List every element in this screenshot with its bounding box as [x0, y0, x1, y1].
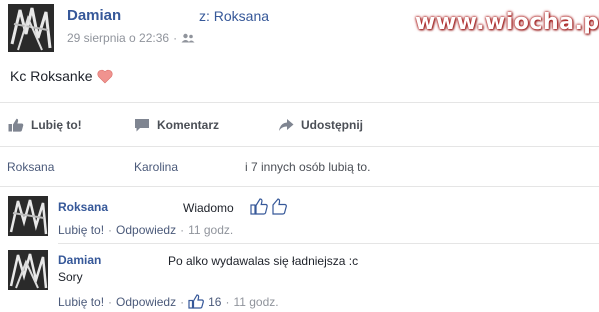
heart-icon [97, 69, 113, 83]
thumbs-up-icon [8, 118, 24, 132]
meta-separator: · [180, 223, 185, 237]
share-arrow-icon [279, 119, 294, 131]
comment-time[interactable]: 11 godz. [188, 223, 233, 237]
divider [58, 243, 599, 244]
post-text-content: Kc Roksanke [10, 68, 93, 84]
meta-separator: · [108, 223, 113, 237]
like-count: 16 [208, 294, 222, 309]
post-timestamp[interactable]: 29 sierpnia o 22:36 [67, 31, 169, 45]
thumbs-up-icon [250, 198, 268, 215]
comment-author[interactable]: Roksana [58, 200, 108, 214]
comment-like-count[interactable]: 16 [188, 294, 221, 309]
divider [0, 186, 599, 187]
watermark: www.wiocha.pl [415, 10, 599, 35]
share-button[interactable]: Udostępnij [278, 118, 363, 132]
meta-separator: · [225, 294, 230, 309]
post-text: Kc Roksanke [10, 68, 113, 84]
thumbs-up-icon [272, 198, 287, 215]
meta-separator: · [173, 31, 178, 45]
comment-text-line: Sory [58, 270, 83, 284]
comment-like-link[interactable]: Lubię to! [58, 223, 104, 237]
divider [0, 102, 599, 103]
friends-icon[interactable] [181, 33, 195, 43]
share-button-label: Udostępnij [301, 118, 363, 132]
comment-reply-link[interactable]: Odpowiedz [116, 295, 176, 309]
likers-others[interactable]: i 7 innych osób lubią to. [245, 160, 370, 174]
divider [0, 146, 599, 147]
post-author[interactable]: Damian [67, 7, 121, 24]
comment-author[interactable]: Damian [58, 253, 101, 267]
like-button[interactable]: Lubię to! [8, 118, 82, 132]
comment-time[interactable]: 11 godz. [233, 295, 278, 309]
comment-meta: Lubię to! · Odpowiedz · 11 godz. [58, 223, 233, 237]
post-actions: Lubię to! Komentarz Udostępnij [0, 110, 599, 142]
comment-item: Roksana Wiadomo Lubię to! · Odpowiedz · … [0, 196, 599, 244]
meta-separator: · [180, 294, 185, 309]
avatar-image [8, 196, 48, 236]
thumbs-up-icon [188, 294, 204, 309]
commenter-avatar[interactable] [8, 250, 48, 290]
post-recipient[interactable]: z: Roksana [199, 8, 269, 24]
avatar[interactable] [8, 4, 54, 52]
comment-icon [135, 119, 149, 132]
post-meta: 29 sierpnia o 22:36 · [67, 31, 195, 45]
comment-reply-link[interactable]: Odpowiedz [116, 223, 176, 237]
comment-button[interactable]: Komentarz [134, 118, 219, 132]
likes-summary: Roksana Karolina i 7 innych osób lubią t… [0, 150, 599, 180]
comment-reactions [250, 198, 288, 215]
meta-separator: · [108, 294, 113, 309]
comment-meta: Lubię to! · Odpowiedz · 16 · 11 godz. [58, 294, 279, 309]
avatar-image [8, 4, 54, 52]
avatar-image [8, 250, 48, 290]
comment-text: Wiadomo [183, 201, 234, 215]
comment-item: Damian Po alko wydawalas się ładniejsza … [0, 250, 599, 312]
liker-name[interactable]: Roksana [7, 160, 54, 174]
commenter-avatar[interactable] [8, 196, 48, 236]
comment-like-link[interactable]: Lubię to! [58, 295, 104, 309]
comment-text: Po alko wydawalas się ładniejsza :c [168, 254, 359, 268]
comment-button-label: Komentarz [157, 118, 220, 132]
post-header: Damian z: Roksana 29 sierpnia o 22:36 · … [0, 0, 599, 60]
liker-name[interactable]: Karolina [134, 160, 178, 174]
like-button-label: Lubię to! [31, 118, 82, 132]
